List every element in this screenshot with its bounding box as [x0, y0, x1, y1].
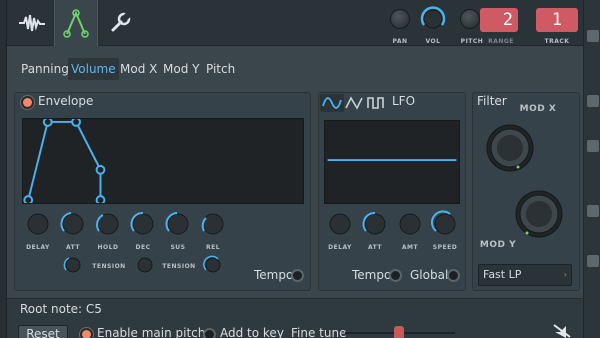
release-tension-knob[interactable]: [203, 255, 223, 275]
sustain-label: SUS: [170, 244, 186, 251]
lfo-title: LFO: [392, 94, 416, 108]
pitch-range-display[interactable]: 2: [480, 8, 518, 32]
right-edge-strip: [583, 0, 600, 338]
side-button[interactable]: [587, 255, 599, 267]
tab-volume[interactable]: Volume: [68, 58, 119, 80]
filter-type-value: Fast LP: [483, 268, 522, 281]
decay-tension-knob[interactable]: [135, 255, 155, 275]
envelope-title: Envelope: [38, 94, 94, 108]
lfo-attack-knob[interactable]: [361, 210, 389, 238]
lfo-attack-label: ATT: [367, 244, 382, 251]
tab-misc[interactable]: [98, 0, 142, 46]
lfo-delay-knob[interactable]: [326, 210, 354, 238]
envelope-enable-toggle[interactable]: [21, 96, 34, 109]
attack-tension-knob[interactable]: [63, 255, 83, 275]
pitch-knob[interactable]: [460, 9, 480, 29]
envelope-graph[interactable]: [22, 118, 304, 204]
lfo-speed-knob[interactable]: [431, 210, 459, 238]
lfo-speed-label: SPEED: [432, 244, 458, 251]
sine-wave-icon: [322, 97, 342, 109]
lfo-graph[interactable]: [324, 120, 460, 204]
pitch-range-value: 2: [502, 10, 513, 30]
add-to-key-label: Add to key: [220, 326, 284, 338]
lfo-global-toggle[interactable]: [447, 269, 460, 282]
tab-panning[interactable]: Panning: [18, 58, 72, 80]
left-edge-strip: [0, 0, 7, 338]
filter-resonance-knob[interactable]: [513, 188, 565, 240]
envelope-point[interactable]: [71, 118, 81, 127]
wrench-icon: [111, 12, 131, 32]
tension-label: TENSION: [92, 263, 126, 270]
triangle-wave-icon[interactable]: [344, 94, 364, 112]
hold-label: HOLD: [97, 244, 119, 251]
lfo-tempo-toggle[interactable]: [389, 269, 402, 282]
mod-y-label: MOD Y: [479, 240, 517, 250]
side-button[interactable]: [587, 140, 599, 152]
mod-x-label: MOD X: [519, 104, 557, 114]
volume-knob[interactable]: [418, 4, 448, 34]
vol-label: VOL: [425, 38, 441, 45]
filter-type-select[interactable]: Fast LP ›: [478, 264, 572, 286]
envelope-tempo-toggle[interactable]: [291, 269, 304, 282]
tension-label: TENSION: [162, 263, 196, 270]
lfo-global-label: Global: [410, 268, 449, 282]
add-to-key-toggle[interactable]: [203, 328, 216, 338]
root-note-label: Root note: C5: [20, 302, 102, 316]
filter-cutoff-knob[interactable]: [484, 122, 536, 174]
range-label: RANGE: [488, 38, 514, 45]
lfo-shape-sine-button[interactable]: [320, 94, 344, 112]
waveform-icon: [19, 14, 45, 32]
pan-knob[interactable]: [390, 9, 410, 29]
lfo-delay-label: DELAY: [328, 244, 352, 251]
lfo-tempo-label: Tempo: [352, 268, 392, 282]
lfo-amount-knob[interactable]: [396, 210, 424, 238]
chevron-right-icon: ›: [563, 270, 567, 279]
release-knob[interactable]: [199, 210, 227, 238]
mixer-track-display[interactable]: 1: [536, 8, 578, 32]
envelope-point[interactable]: [42, 118, 53, 127]
tab-mod-y[interactable]: Mod Y: [160, 58, 202, 80]
tab-plugin[interactable]: [10, 0, 54, 46]
delay-knob[interactable]: [24, 210, 52, 238]
envelope-point[interactable]: [95, 195, 106, 204]
side-button[interactable]: [587, 95, 599, 107]
enable-main-pitch-toggle[interactable]: [80, 328, 93, 338]
decay-label: DEC: [135, 244, 151, 251]
attack-label: ATT: [65, 244, 80, 251]
sustain-knob[interactable]: [164, 210, 192, 238]
delay-label: DELAY: [26, 244, 50, 251]
attack-knob[interactable]: [59, 210, 87, 238]
envelope-lfo-icon: [63, 9, 89, 38]
side-button[interactable]: [587, 30, 599, 42]
envelope-point[interactable]: [95, 164, 106, 175]
mute-speaker-icon[interactable]: [552, 322, 572, 338]
envelope-point[interactable]: [23, 195, 34, 204]
pan-label: PAN: [392, 38, 408, 45]
mixer-track-value: 1: [551, 10, 563, 30]
tab-mod-x[interactable]: Mod X: [117, 58, 160, 80]
envelope-tempo-label: Tempo: [254, 268, 294, 282]
reset-button[interactable]: Reset: [18, 325, 68, 338]
fine-tune-label: Fine tune: [291, 326, 347, 338]
track-label: TRACK: [544, 38, 570, 45]
lfo-amount-label: AMT: [401, 244, 419, 251]
square-wave-icon[interactable]: [366, 94, 386, 112]
decay-knob[interactable]: [129, 210, 157, 238]
release-label: REL: [205, 244, 221, 251]
fine-tune-handle[interactable]: [394, 326, 404, 338]
side-button[interactable]: [587, 205, 599, 217]
filter-title: Filter: [477, 94, 507, 108]
enable-main-pitch-label: Enable main pitch: [97, 326, 206, 338]
tab-pitch[interactable]: Pitch: [203, 58, 238, 80]
hold-knob[interactable]: [94, 210, 122, 238]
tab-envelopes[interactable]: [54, 0, 98, 46]
